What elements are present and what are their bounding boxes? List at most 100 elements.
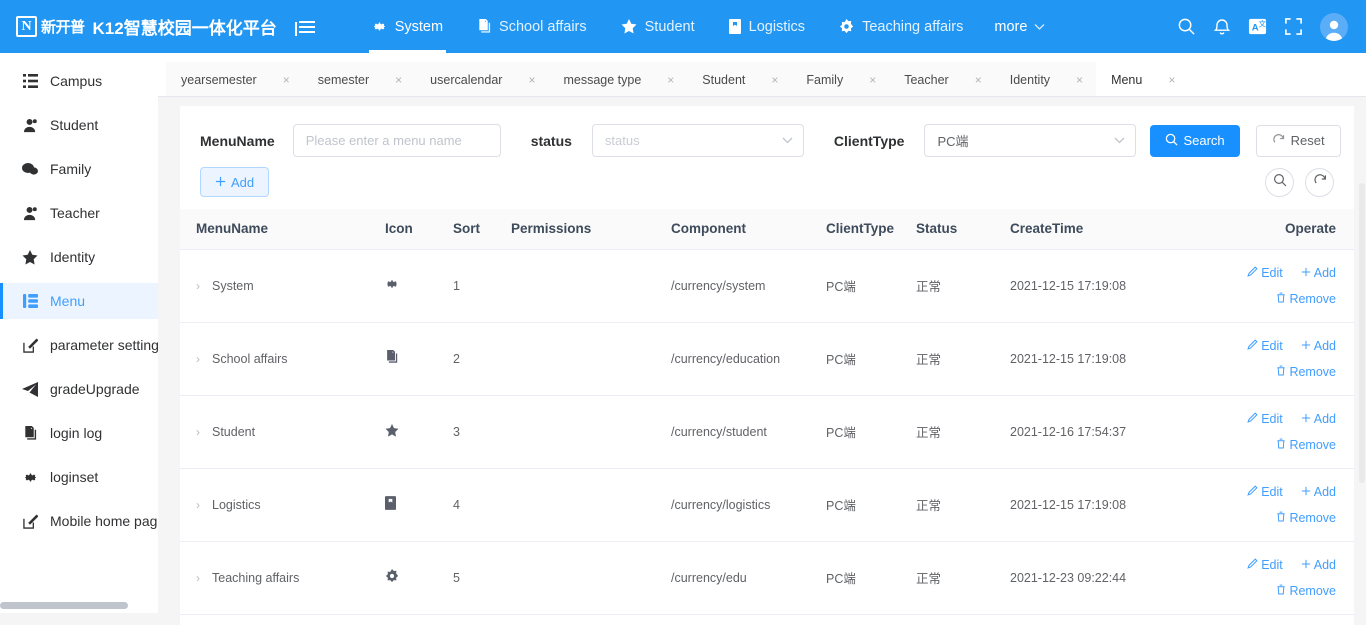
column-operate[interactable]: Operate xyxy=(1175,209,1354,249)
column-menuname[interactable]: MenuName xyxy=(180,209,375,249)
column-clienttype[interactable]: ClientType xyxy=(816,209,906,249)
remove-link[interactable]: Remove xyxy=(1276,292,1336,306)
remove-link[interactable]: Remove xyxy=(1276,365,1336,379)
sidebar-item-teacher[interactable]: Teacher xyxy=(0,195,158,231)
tab-label: usercalendar xyxy=(430,73,502,87)
sidebar-item-gradeupgrade[interactable]: gradeUpgrade xyxy=(0,371,158,407)
clienttype-select[interactable]: PC端 xyxy=(924,124,1136,157)
remove-link[interactable]: Remove xyxy=(1276,511,1336,525)
sidebar-item-campus[interactable]: Campus xyxy=(0,63,158,99)
search-input[interactable] xyxy=(293,124,501,157)
table-row[interactable]: › System 1 /currency/system PC端 正常 202 xyxy=(180,249,1354,322)
tab-teacher[interactable]: Teacher × xyxy=(889,62,995,96)
sidebar-item-family[interactable]: Family xyxy=(0,151,158,187)
expand-chevron-icon[interactable]: › xyxy=(196,352,200,366)
add-link[interactable]: Add xyxy=(1301,339,1336,353)
cell-operate: Edit Add Remove xyxy=(1175,468,1354,541)
sidebar-horizontal-scrollbar[interactable] xyxy=(0,602,128,609)
table-row[interactable]: › Logistics 4 /currency/logistics PC端 正常 xyxy=(180,468,1354,541)
tab-identity[interactable]: Identity × xyxy=(995,62,1096,96)
pencil-icon xyxy=(1247,339,1258,353)
close-icon[interactable]: × xyxy=(869,73,876,87)
sidebar-collapse-icon[interactable] xyxy=(295,16,317,38)
plus-icon xyxy=(1301,266,1311,280)
search-button[interactable]: Search xyxy=(1150,125,1239,157)
status-select[interactable]: status xyxy=(592,124,804,157)
table-row[interactable]: › Student 3 /currency/student PC端 正常 2 xyxy=(180,395,1354,468)
column-sort[interactable]: Sort xyxy=(443,209,501,249)
expand-chevron-icon[interactable]: › xyxy=(196,498,200,512)
remove-link[interactable]: Remove xyxy=(1276,584,1336,598)
tab-menu[interactable]: Menu × xyxy=(1096,62,1188,96)
plus-icon xyxy=(215,175,226,190)
close-icon[interactable]: × xyxy=(1168,73,1175,87)
topnav-item-teaching-affairs[interactable]: Teaching affairs xyxy=(822,0,980,53)
topnav-item-logistics[interactable]: Logistics xyxy=(712,0,822,53)
sidebar-item-identity[interactable]: Identity xyxy=(0,239,158,275)
edit-link[interactable]: Edit xyxy=(1247,339,1283,353)
tab-family[interactable]: Family × xyxy=(791,62,889,96)
avatar[interactable] xyxy=(1320,13,1348,41)
edit-link[interactable]: Edit xyxy=(1247,558,1283,572)
bell-icon[interactable] xyxy=(1213,17,1231,36)
logo-icon: N xyxy=(16,16,37,37)
tab-yearsemester[interactable]: yearsemester × xyxy=(166,62,303,96)
edit-link[interactable]: Edit xyxy=(1247,412,1283,426)
topnav-item-system[interactable]: System xyxy=(355,0,460,53)
close-icon[interactable]: × xyxy=(771,73,778,87)
sidebar-item-menu[interactable]: Menu xyxy=(0,283,158,319)
toolbar-search-button[interactable] xyxy=(1265,168,1294,197)
compass-icon xyxy=(385,569,399,583)
column-createtime[interactable]: CreateTime xyxy=(1000,209,1175,249)
cell-operate: Edit Add Remove xyxy=(1175,395,1354,468)
tab-usercalendar[interactable]: usercalendar × xyxy=(415,62,548,96)
expand-chevron-icon[interactable]: › xyxy=(196,571,200,585)
cell-createtime: 2021-12-15 17:19:08 xyxy=(1000,322,1175,395)
close-icon[interactable]: × xyxy=(528,73,535,87)
brand-chinese-name: 新开普 xyxy=(41,16,85,37)
toolbar-refresh-button[interactable] xyxy=(1305,168,1334,197)
close-icon[interactable]: × xyxy=(1076,73,1083,87)
topnav-item-student[interactable]: Student xyxy=(604,0,712,53)
sidebar-item-login-log[interactable]: login log xyxy=(0,415,158,451)
tab-message-type[interactable]: message type × xyxy=(548,62,687,96)
translate-icon[interactable]: A文 xyxy=(1248,17,1267,36)
fullscreen-icon[interactable] xyxy=(1284,17,1303,36)
remove-link[interactable]: Remove xyxy=(1276,438,1336,452)
close-icon[interactable]: × xyxy=(975,73,982,87)
topnav-more-button[interactable]: more xyxy=(980,19,1059,35)
expand-chevron-icon[interactable]: › xyxy=(196,425,200,439)
tab-student[interactable]: Student × xyxy=(687,62,791,96)
main-area: yearsemester × semester × usercalendar ×… xyxy=(158,53,1366,625)
close-icon[interactable]: × xyxy=(667,73,674,87)
sidebar-item-loginset[interactable]: loginset xyxy=(0,459,158,495)
close-icon[interactable]: × xyxy=(395,73,402,87)
expand-chevron-icon[interactable]: › xyxy=(196,279,200,293)
tab-label: Identity xyxy=(1010,73,1050,87)
table-row[interactable]: › School affairs 2 /currency/education P… xyxy=(180,322,1354,395)
add-link[interactable]: Add xyxy=(1301,412,1336,426)
column-permissions[interactable]: Permissions xyxy=(501,209,661,249)
sidebar-item-mobile-home-page[interactable]: Mobile home pag xyxy=(0,503,158,539)
sidebar-item-student[interactable]: Student xyxy=(0,107,158,143)
column-component[interactable]: Component xyxy=(661,209,816,249)
topnav-item-school-affairs[interactable]: School affairs xyxy=(460,0,604,53)
table-row[interactable]: › Teaching affairs 5 /currency/edu PC端 正… xyxy=(180,541,1354,614)
edit-link[interactable]: Edit xyxy=(1247,485,1283,499)
reset-button[interactable]: Reset xyxy=(1256,125,1341,157)
close-icon[interactable]: × xyxy=(283,73,290,87)
add-link[interactable]: Add xyxy=(1301,485,1336,499)
sidebar-item-label: Teacher xyxy=(50,205,100,221)
edit-link[interactable]: Edit xyxy=(1247,266,1283,280)
tab-semester[interactable]: semester × xyxy=(303,62,415,96)
add-button[interactable]: Add xyxy=(200,167,269,197)
sidebar-item-parameter-setting[interactable]: parameter setting xyxy=(0,327,158,363)
row-menuname-text: System xyxy=(212,279,254,293)
edit-link-label: Edit xyxy=(1261,266,1283,280)
add-link[interactable]: Add xyxy=(1301,558,1336,572)
add-link[interactable]: Add xyxy=(1301,266,1336,280)
page-vertical-scrollbar[interactable] xyxy=(1359,183,1365,483)
column-icon[interactable]: Icon xyxy=(375,209,443,249)
search-icon[interactable] xyxy=(1177,17,1196,36)
column-status[interactable]: Status xyxy=(906,209,1000,249)
